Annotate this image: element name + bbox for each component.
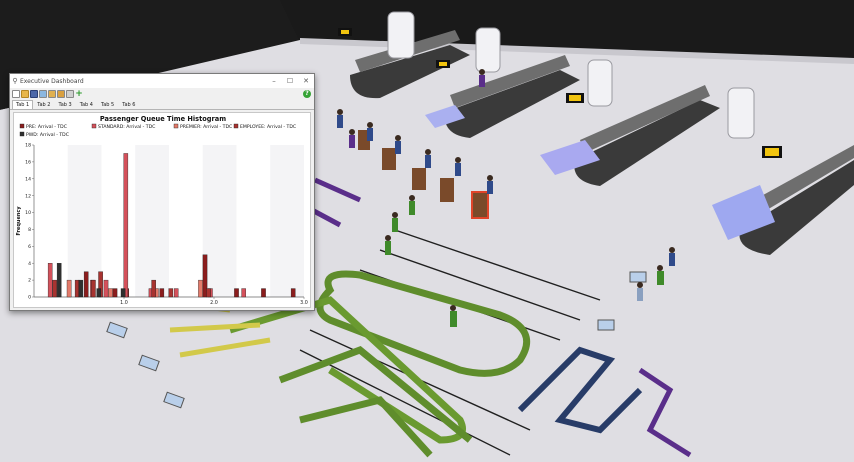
grid-band	[169, 145, 203, 297]
histogram-bar	[290, 288, 296, 298]
copy-icon[interactable]	[66, 89, 74, 98]
x-tick-label: 2.0	[210, 300, 218, 306]
histogram-bar	[83, 271, 89, 298]
y-tick-label: 10	[25, 210, 31, 216]
y-tick-label: 8	[28, 227, 31, 233]
grid-band	[202, 145, 237, 297]
y-axis-label: Frequency	[16, 206, 22, 236]
histogram-bar	[198, 279, 203, 298]
histogram-bar	[91, 279, 96, 298]
histogram-bar	[56, 263, 62, 298]
tab-4[interactable]: Tab 4	[76, 100, 97, 109]
legend-label: PWD: Arrival - TDC	[26, 132, 69, 138]
legend-swatch	[19, 123, 25, 129]
grid-band	[135, 145, 169, 297]
histogram-bar	[120, 288, 126, 298]
histogram-bar	[234, 288, 239, 298]
histogram-bar	[78, 279, 84, 298]
legend-label: STANDARD: Arrival - TDC	[98, 124, 155, 130]
legend-label: EMPLOYEE: Arrival - TDC	[240, 124, 296, 130]
y-tick-label: 0	[28, 295, 31, 301]
y-tick-label: 4	[28, 261, 31, 267]
x-tick-label: 3.0	[300, 300, 308, 306]
help-icon[interactable]: ?	[303, 89, 311, 98]
x-tick-label: 1.0	[120, 300, 128, 306]
histogram-bar	[173, 288, 179, 298]
histogram-bar	[123, 153, 129, 298]
histogram-bar	[103, 279, 109, 298]
y-tick-label: 18	[25, 143, 31, 149]
queue-time-histogram: Passenger Queue Time Histogram PRE: Arriv…	[16, 115, 308, 306]
window-title: Executive Dashboard	[20, 77, 84, 85]
y-tick-label: 6	[28, 244, 31, 250]
y-tick-label: 16	[25, 159, 31, 165]
y-tick-label: 12	[25, 193, 31, 199]
histogram-bar	[261, 288, 266, 298]
histogram-panel: Passenger Queue Time Histogram PRE: Arriv…	[13, 112, 311, 308]
tab-2[interactable]: Tab 2	[33, 100, 54, 109]
toolbar: + ?	[10, 88, 314, 99]
folder-icon[interactable]	[48, 89, 56, 98]
maximize-button[interactable]: ☐	[282, 77, 298, 85]
tab-5[interactable]: Tab 5	[97, 100, 118, 109]
folder-open-icon[interactable]	[57, 89, 65, 98]
grid-band	[101, 145, 136, 297]
legend-swatch	[19, 131, 25, 137]
histogram-bar	[159, 288, 165, 298]
legend-label: PRE: Arrival - TDC	[26, 124, 67, 130]
new-document-icon[interactable]	[12, 89, 20, 98]
window-title-bar[interactable]: ⚲ Executive Dashboard – ☐ ✕	[10, 74, 314, 88]
histogram-bar	[108, 288, 113, 298]
y-tick-label: 2	[28, 278, 31, 284]
grid-band	[236, 145, 271, 297]
histogram-bar	[112, 288, 118, 298]
histogram-bar	[66, 279, 72, 298]
legend-label: PREMIER: Arrival - TDC	[180, 124, 232, 130]
export-image-icon[interactable]	[39, 89, 47, 98]
add-icon[interactable]: +	[75, 89, 83, 98]
legend-swatch	[233, 123, 239, 129]
open-folder-icon[interactable]	[21, 89, 29, 98]
histogram-bar	[96, 288, 102, 298]
histogram-bar	[47, 263, 53, 298]
save-icon[interactable]	[30, 89, 38, 98]
executive-dashboard-window[interactable]: ⚲ Executive Dashboard – ☐ ✕ + ? Tab 1 Ta…	[9, 73, 315, 311]
histogram-bar	[241, 288, 246, 298]
legend-swatch	[173, 123, 179, 129]
histogram-bar	[52, 279, 57, 298]
tab-strip: Tab 1 Tab 2 Tab 3 Tab 4 Tab 5 Tab 6	[10, 99, 314, 110]
tab-1[interactable]: Tab 1	[12, 100, 34, 109]
histogram-bar	[151, 279, 156, 298]
close-button[interactable]: ✕	[298, 77, 314, 85]
app-icon: ⚲	[12, 77, 18, 85]
tab-6[interactable]: Tab 6	[118, 100, 139, 109]
legend-swatch	[91, 123, 97, 129]
histogram-bar	[206, 288, 211, 298]
y-tick-label: 14	[25, 176, 31, 182]
tab-3[interactable]: Tab 3	[55, 100, 76, 109]
grid-band	[270, 145, 304, 297]
chart-title: Passenger Queue Time Histogram	[100, 115, 226, 123]
histogram-bar	[168, 288, 174, 298]
minimize-button[interactable]: –	[266, 77, 282, 85]
